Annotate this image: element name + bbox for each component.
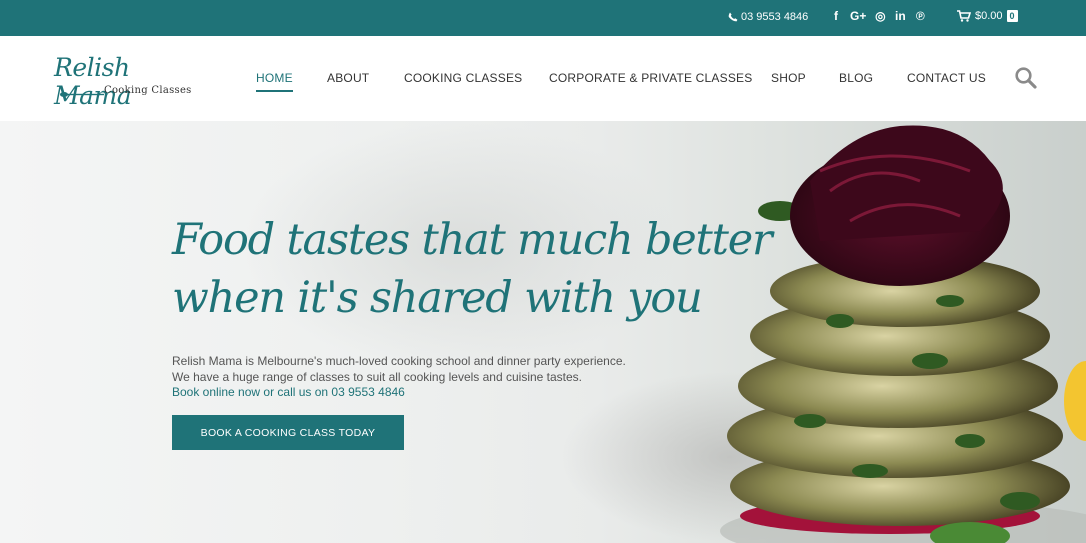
instagram-icon[interactable]: ◎ <box>874 9 886 23</box>
cart-icon <box>957 10 971 22</box>
fritter-stack-image <box>720 125 1086 543</box>
nav-home[interactable]: HOME <box>256 71 293 92</box>
spoon-icon <box>60 92 104 97</box>
main-nav: HOME ABOUT COOKING CLASSES CORPORATE & P… <box>0 71 1086 92</box>
cart-link[interactable]: $0.00 0 <box>957 10 1018 22</box>
pinterest-icon[interactable]: ℗ <box>914 9 926 23</box>
nav-contact-us[interactable]: CONTACT US <box>907 71 986 85</box>
top-bar: 03 9553 4846 f G+ ◎ in ℗ $0.00 0 <box>0 0 1086 36</box>
intro-booking-link[interactable]: Book online now or call us on 03 9553 48… <box>172 385 626 401</box>
linkedin-icon[interactable]: in <box>894 9 906 23</box>
social-links: f G+ ◎ in ℗ <box>830 9 926 23</box>
cart-count-badge: 0 <box>1006 10 1018 22</box>
cart-total: $0.00 <box>975 10 1003 22</box>
phone-contact[interactable]: 03 9553 4846 <box>728 11 808 23</box>
hero-section: Food tastes that much better when it's s… <box>0 121 1086 543</box>
hero-intro: Relish Mama is Melbourne's much-loved co… <box>172 354 626 401</box>
intro-line-2: We have a huge range of classes to suit … <box>172 369 583 384</box>
google-plus-icon[interactable]: G+ <box>850 9 866 23</box>
nav-corporate-private-classes[interactable]: CORPORATE & PRIVATE CLASSES <box>549 71 752 85</box>
search-icon <box>1015 67 1037 89</box>
phone-number: 03 9553 4846 <box>741 11 809 23</box>
search-button[interactable] <box>1014 66 1038 90</box>
nav-cooking-classes[interactable]: COOKING CLASSES <box>404 71 522 85</box>
phone-icon <box>728 12 738 22</box>
facebook-icon[interactable]: f <box>830 9 842 23</box>
headline-line-1: Food tastes that much better <box>172 215 773 265</box>
nav-about[interactable]: ABOUT <box>327 71 369 85</box>
nav-blog[interactable]: BLOG <box>839 71 873 85</box>
site-header: Relish Mama Cooking Classes HOME ABOUT C… <box>0 36 1086 121</box>
nav-shop[interactable]: SHOP <box>771 71 806 85</box>
book-class-button[interactable]: BOOK A COOKING CLASS TODAY <box>172 415 404 450</box>
intro-line-1: Relish Mama is Melbourne's much-loved co… <box>172 354 626 368</box>
hero-headline: Food tastes that much better when it's s… <box>172 211 773 327</box>
headline-line-2: when it's shared with you <box>172 273 703 323</box>
